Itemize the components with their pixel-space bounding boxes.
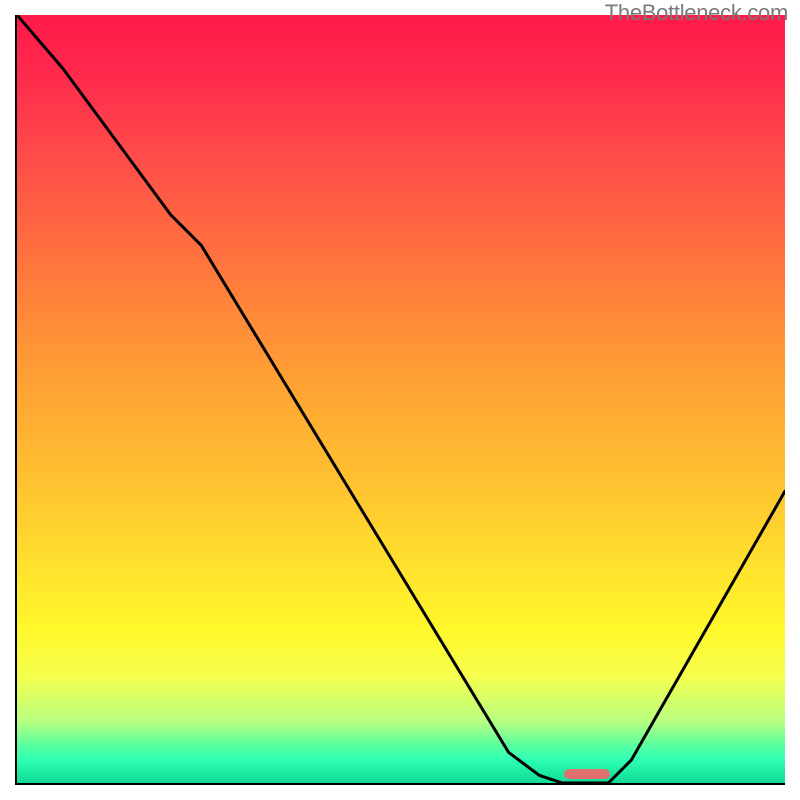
chart-curve-svg — [17, 15, 785, 783]
watermark-text: TheBottleneck.com — [605, 0, 788, 26]
chart-minimum-marker — [564, 769, 610, 779]
chart-curve — [17, 15, 785, 783]
chart-container: TheBottleneck.com — [0, 0, 800, 800]
plot-area — [15, 15, 785, 785]
